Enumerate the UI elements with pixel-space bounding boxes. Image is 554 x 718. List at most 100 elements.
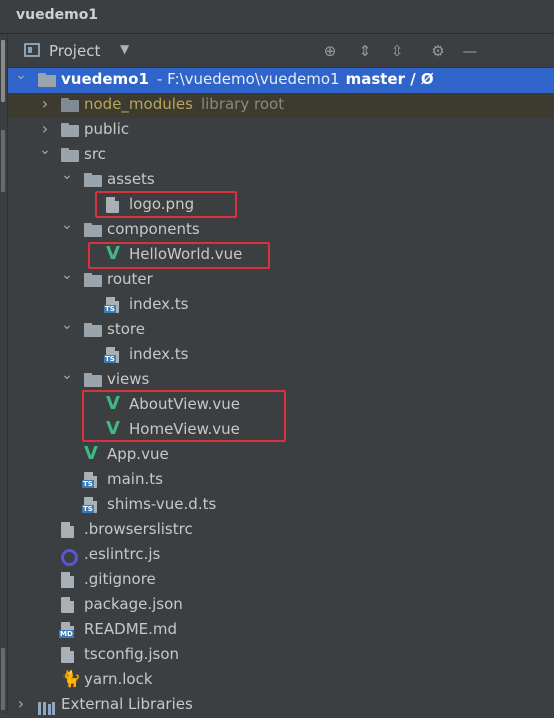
vue-file-icon: V: [106, 393, 120, 414]
chevron-down-icon[interactable]: ⌄: [39, 142, 51, 158]
tree-row-aboutview-vue[interactable]: V AboutView.vue: [8, 393, 554, 418]
chevron-down-icon[interactable]: ⌄: [61, 267, 73, 283]
tree-item-name: .gitignore: [84, 570, 156, 588]
tree-item-name: node_modules: [84, 95, 193, 113]
tree-row-public[interactable]: › public: [8, 118, 554, 143]
tree-item-name: README.md: [84, 620, 178, 638]
tree-item-label: vuedemo1 - F:\vuedemo\vuedemo1 master / Ø: [61, 70, 434, 88]
chevron-down-icon[interactable]: ⌄: [61, 367, 73, 383]
tree-item-label: index.ts: [129, 295, 189, 313]
tree-item-label: logo.png: [129, 195, 194, 213]
locate-file-icon[interactable]: ⊕: [320, 41, 340, 61]
tree-item-label: README.md: [84, 620, 177, 638]
typescript-file-icon: TS: [82, 472, 97, 488]
tree-item-name: HelloWorld.vue: [129, 245, 243, 263]
tree-item-label: HelloWorld.vue: [129, 245, 242, 263]
tree-item-label: assets: [107, 170, 155, 188]
tree-row-shims-vue-d-ts[interactable]: TS shims-vue.d.ts: [8, 493, 554, 518]
tree-item-name: index.ts: [129, 345, 189, 363]
vue-file-icon: V: [84, 443, 98, 464]
tree-item-name: shims-vue.d.ts: [107, 495, 217, 513]
tree-row-package-json[interactable]: package.json: [8, 593, 554, 618]
folder-icon: [84, 372, 102, 389]
ignore-file-icon: [61, 572, 74, 588]
tree-row-src[interactable]: ⌄ src: [8, 142, 554, 168]
tree-item-name: public: [84, 120, 130, 138]
tree-row-readme-md[interactable]: MD README.md: [8, 618, 554, 643]
tree-item-name: yarn.lock: [84, 670, 153, 688]
folder-icon: [38, 72, 56, 89]
tree-row-browserslistrc[interactable]: .browserslistrc: [8, 518, 554, 543]
chevron-down-icon[interactable]: ⌄: [61, 167, 73, 183]
commit-tool-tab[interactable]: [1, 130, 5, 192]
chevron-down-icon[interactable]: ▼: [120, 42, 129, 56]
tree-item-name: External Libraries: [61, 695, 193, 713]
tree-row-node-modules[interactable]: › node_modules library root: [8, 93, 554, 118]
tree-row-store-index-ts[interactable]: TS index.ts: [8, 343, 554, 368]
gear-icon[interactable]: ⚙: [428, 41, 448, 61]
tree-item-label: store: [107, 320, 145, 338]
project-view-icon: [24, 43, 40, 57]
project-view-selector[interactable]: Project: [49, 42, 100, 60]
tree-item-label: HomeView.vue: [129, 420, 240, 438]
chevron-down-icon[interactable]: ⌄: [61, 217, 73, 233]
tree-row-components[interactable]: ⌄ components: [8, 217, 554, 243]
tree-row-main-ts[interactable]: TS main.ts: [8, 468, 554, 493]
tree-item-name: vuedemo1: [61, 70, 149, 88]
tree-row-external-libraries[interactable]: › External Libraries: [8, 693, 554, 718]
collapse-all-icon[interactable]: ⇳: [387, 41, 407, 61]
tree-item-label: External Libraries: [61, 695, 193, 713]
expand-all-icon[interactable]: ⇕: [355, 41, 375, 61]
tree-item-name: router: [107, 270, 153, 288]
project-tool-tab[interactable]: [1, 40, 5, 102]
vue-file-icon: V: [106, 243, 120, 264]
tree-row-yarn-lock[interactable]: 🐈 yarn.lock: [8, 668, 554, 693]
tree-item-label: yarn.lock: [84, 670, 153, 688]
tree-row-router-index-ts[interactable]: TS index.ts: [8, 293, 554, 318]
chevron-right-icon[interactable]: ›: [39, 94, 51, 113]
tree-row-homeview-vue[interactable]: V HomeView.vue: [8, 418, 554, 443]
folder-icon: [61, 147, 79, 164]
hide-panel-icon[interactable]: —: [460, 41, 480, 61]
chevron-right-icon[interactable]: ›: [15, 694, 27, 713]
chevron-right-icon[interactable]: ›: [39, 119, 51, 138]
tree-row-router[interactable]: ⌄ router: [8, 267, 554, 293]
tree-row-helloworld-vue[interactable]: V HelloWorld.vue: [8, 243, 554, 268]
tree-item-name: .eslintrc.js: [84, 545, 161, 563]
tree-row-views[interactable]: ⌄ views: [8, 367, 554, 393]
tree-item-path: library root: [200, 95, 285, 113]
vue-file-icon: V: [106, 418, 120, 439]
tree-item-label: router: [107, 270, 153, 288]
tree-item-name: store: [107, 320, 145, 338]
tree-row-logo-png[interactable]: logo.png: [8, 193, 554, 218]
tree-item-label: AboutView.vue: [129, 395, 240, 413]
tree-row-root[interactable]: ⌄ vuedemo1 - F:\vuedemo\vuedemo1 master / Ø: [8, 67, 554, 93]
chevron-down-icon[interactable]: ⌄: [15, 67, 27, 83]
tree-item-name: components: [107, 220, 200, 238]
json-file-icon: [61, 647, 74, 663]
tree-item-label: src: [84, 145, 106, 163]
folder-icon: [84, 222, 102, 239]
window-title: vuedemo1: [16, 7, 99, 23]
tree-item-name: assets: [107, 170, 155, 188]
tree-row-gitignore[interactable]: .gitignore: [8, 568, 554, 593]
structure-tool-tab[interactable]: [1, 648, 5, 710]
library-icon: [38, 698, 56, 715]
tree-item-label: package.json: [84, 595, 183, 613]
tree-row-app-vue[interactable]: V App.vue: [8, 443, 554, 468]
text-file-icon: [61, 522, 74, 538]
tree-row-tsconfig-json[interactable]: tsconfig.json: [8, 643, 554, 668]
tree-row-eslintrc-js[interactable]: .eslintrc.js: [8, 543, 554, 568]
tree-item-label: index.ts: [129, 345, 189, 363]
folder-icon: [61, 97, 79, 114]
tree-item-name: index.ts: [129, 295, 189, 313]
tree-item-name: src: [84, 145, 106, 163]
typescript-file-icon: TS: [104, 347, 119, 363]
project-tree: ⌄ vuedemo1 - F:\vuedemo\vuedemo1 master / Ø…: [8, 67, 554, 715]
tree-row-assets[interactable]: ⌄ assets: [8, 167, 554, 193]
folder-icon: [61, 122, 79, 139]
project-panel-header: Project ▼ ⊕ ⇕ ⇳ ⚙ —: [8, 34, 554, 68]
chevron-down-icon[interactable]: ⌄: [61, 317, 73, 333]
tree-row-store[interactable]: ⌄ store: [8, 317, 554, 343]
tree-item-label: public: [84, 120, 129, 138]
